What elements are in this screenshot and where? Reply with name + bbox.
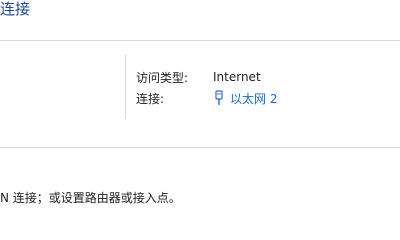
connection-label: 连接: xyxy=(136,91,165,106)
top-divider xyxy=(0,40,400,41)
bottom-divider xyxy=(0,147,400,148)
setup-connection-text: N 连接；或设置路由器或接入点。 xyxy=(0,191,181,205)
connection-link-label: 以太网 2 xyxy=(230,91,278,106)
access-type-label: 访问类型: xyxy=(136,70,189,85)
section-heading: 连接 xyxy=(0,0,31,18)
access-type-row: 访问类型: Internet xyxy=(136,68,277,86)
vertical-divider xyxy=(125,55,126,119)
ethernet-icon xyxy=(213,90,225,106)
access-type-value: Internet xyxy=(213,70,261,84)
network-sharing-page: 连接 访问类型: Internet 连接: 以太网 2 N 连接；或设置路由器或… xyxy=(0,0,400,240)
connection-link[interactable]: 以太网 2 xyxy=(213,90,277,107)
connection-row: 连接: 以太网 2 xyxy=(136,89,277,107)
network-info-panel: 访问类型: Internet 连接: 以太网 2 xyxy=(136,68,277,110)
